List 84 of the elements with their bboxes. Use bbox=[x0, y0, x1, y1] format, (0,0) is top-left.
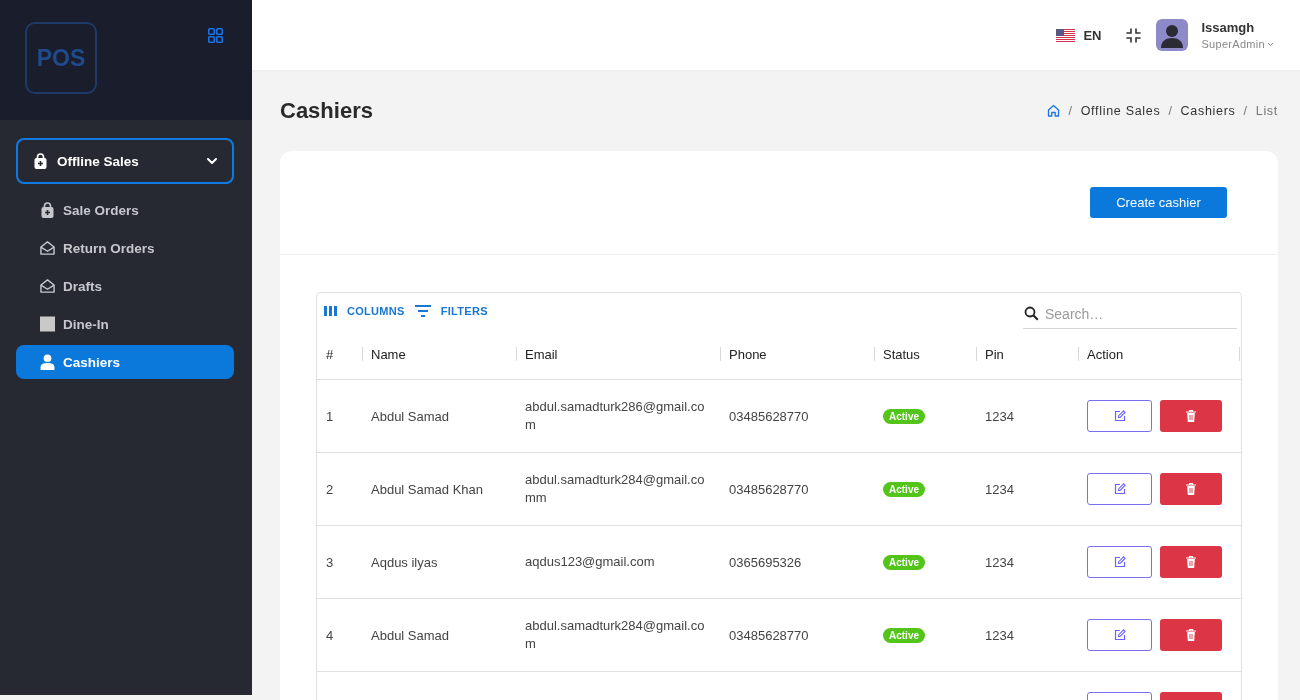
delete-button[interactable] bbox=[1160, 400, 1222, 432]
sidebar-item[interactable]: Sale Orders bbox=[16, 193, 234, 227]
edit-button[interactable] bbox=[1087, 473, 1152, 505]
create-cashier-button[interactable]: Create cashier bbox=[1090, 187, 1227, 218]
row-number: 3 bbox=[325, 553, 335, 572]
person-icon bbox=[40, 354, 55, 370]
menu-group-label: Offline Sales bbox=[57, 153, 140, 169]
caret-icon[interactable] bbox=[1267, 41, 1274, 47]
column-header[interactable]: # bbox=[317, 329, 362, 379]
sidebar-item[interactable]: Drafts bbox=[16, 269, 234, 303]
email-cell-text: abdul.samadturk284@gmail.com bbox=[524, 617, 706, 653]
edit-button[interactable] bbox=[1087, 546, 1152, 578]
search-icon bbox=[1024, 306, 1039, 321]
name-cell-text: Abdul Samad bbox=[370, 407, 451, 426]
phone-cell-text: 03485628770 bbox=[728, 626, 810, 645]
name-cell-text: Abdul Samad Khan bbox=[370, 480, 485, 499]
edit-icon bbox=[1113, 556, 1126, 568]
column-header[interactable]: Email bbox=[516, 329, 720, 379]
status-badge: Active bbox=[883, 554, 925, 570]
compress-icon[interactable] bbox=[1126, 27, 1142, 43]
user-role[interactable]: SuperAdmin bbox=[1201, 38, 1265, 50]
menu-group-button[interactable]: Offline Sales bbox=[16, 138, 234, 184]
filter-icon bbox=[414, 305, 431, 317]
home-icon[interactable] bbox=[1047, 104, 1061, 117]
columns-icon bbox=[324, 306, 337, 316]
phone-cell-text: 03485628770 bbox=[728, 407, 810, 426]
page-title: Cashiers bbox=[280, 97, 373, 124]
email-cell-text: aqdus123@gmail.com bbox=[524, 553, 656, 571]
lock-icon bbox=[40, 202, 55, 218]
breadcrumb-current: List bbox=[1255, 103, 1278, 118]
edit-icon bbox=[1113, 410, 1126, 422]
envelope-icon bbox=[40, 278, 55, 294]
logo: POS bbox=[25, 22, 97, 94]
pin-cell-text: 1234 bbox=[984, 626, 1015, 645]
column-header[interactable]: Status bbox=[874, 329, 976, 379]
pin-cell-text: 1234 bbox=[984, 480, 1015, 499]
name-cell-text: Abdul Samad bbox=[370, 626, 451, 645]
edit-button[interactable] bbox=[1087, 400, 1152, 432]
phone-cell-text: 03485628770 bbox=[728, 480, 810, 499]
breadcrumb-link[interactable]: Cashiers bbox=[1180, 103, 1236, 118]
email-cell-text: abdul.samadturk286@gmail.com bbox=[524, 398, 706, 434]
square-icon bbox=[40, 316, 55, 332]
status-badge: Active bbox=[883, 408, 925, 424]
email-cell-text: abdul.samadturk284@gmail.comm bbox=[524, 471, 706, 507]
trash-icon bbox=[1186, 410, 1196, 422]
user-name[interactable]: Issamgh bbox=[1201, 20, 1274, 35]
breadcrumb-separator: / bbox=[1168, 103, 1173, 118]
row-number: 4 bbox=[325, 626, 335, 645]
row-number: 1 bbox=[325, 407, 335, 426]
lock-icon bbox=[33, 153, 48, 169]
sidebar-item[interactable]: Cashiers bbox=[16, 345, 234, 379]
sidebar-item[interactable]: Dine-In bbox=[16, 307, 234, 341]
edit-icon bbox=[1113, 483, 1126, 495]
trash-icon bbox=[1186, 556, 1196, 568]
search-field[interactable]: Search… bbox=[1045, 305, 1205, 322]
language-selector[interactable]: EN bbox=[1083, 27, 1102, 43]
edit-button[interactable] bbox=[1087, 619, 1152, 651]
status-badge: Active bbox=[883, 627, 925, 643]
flag-icon bbox=[1056, 28, 1076, 42]
trash-icon bbox=[1186, 483, 1196, 495]
pin-cell-text: 1234 bbox=[984, 553, 1015, 572]
breadcrumb-link[interactable]: Offline Sales bbox=[1080, 103, 1161, 118]
delete-button[interactable] bbox=[1160, 619, 1222, 651]
column-header[interactable]: Name bbox=[362, 329, 516, 379]
envelope-icon bbox=[40, 240, 55, 256]
column-header[interactable]: Phone bbox=[720, 329, 874, 379]
trash-icon bbox=[1186, 629, 1196, 641]
column-header[interactable]: Pin bbox=[976, 329, 1078, 379]
avatar-icon[interactable] bbox=[1156, 19, 1189, 51]
phone-cell-text: 0365695326 bbox=[728, 553, 803, 572]
delete-button[interactable] bbox=[1160, 473, 1222, 505]
columns-button[interactable]: COLUMNS bbox=[324, 305, 405, 317]
row-number: 2 bbox=[325, 480, 335, 499]
filters-button[interactable]: FILTERS bbox=[414, 305, 488, 317]
column-header[interactable]: Action bbox=[1078, 329, 1241, 379]
grid-icon[interactable] bbox=[208, 28, 223, 43]
edit-icon bbox=[1113, 629, 1126, 641]
delete-button[interactable] bbox=[1160, 546, 1222, 578]
pin-cell-text: 1234 bbox=[984, 407, 1015, 426]
sidebar-item[interactable]: Return Orders bbox=[16, 231, 234, 265]
name-cell-text: Aqdus ilyas bbox=[370, 553, 439, 572]
status-badge: Active bbox=[883, 481, 925, 497]
breadcrumb-separator: / bbox=[1068, 103, 1073, 118]
breadcrumb-separator: / bbox=[1243, 103, 1248, 118]
